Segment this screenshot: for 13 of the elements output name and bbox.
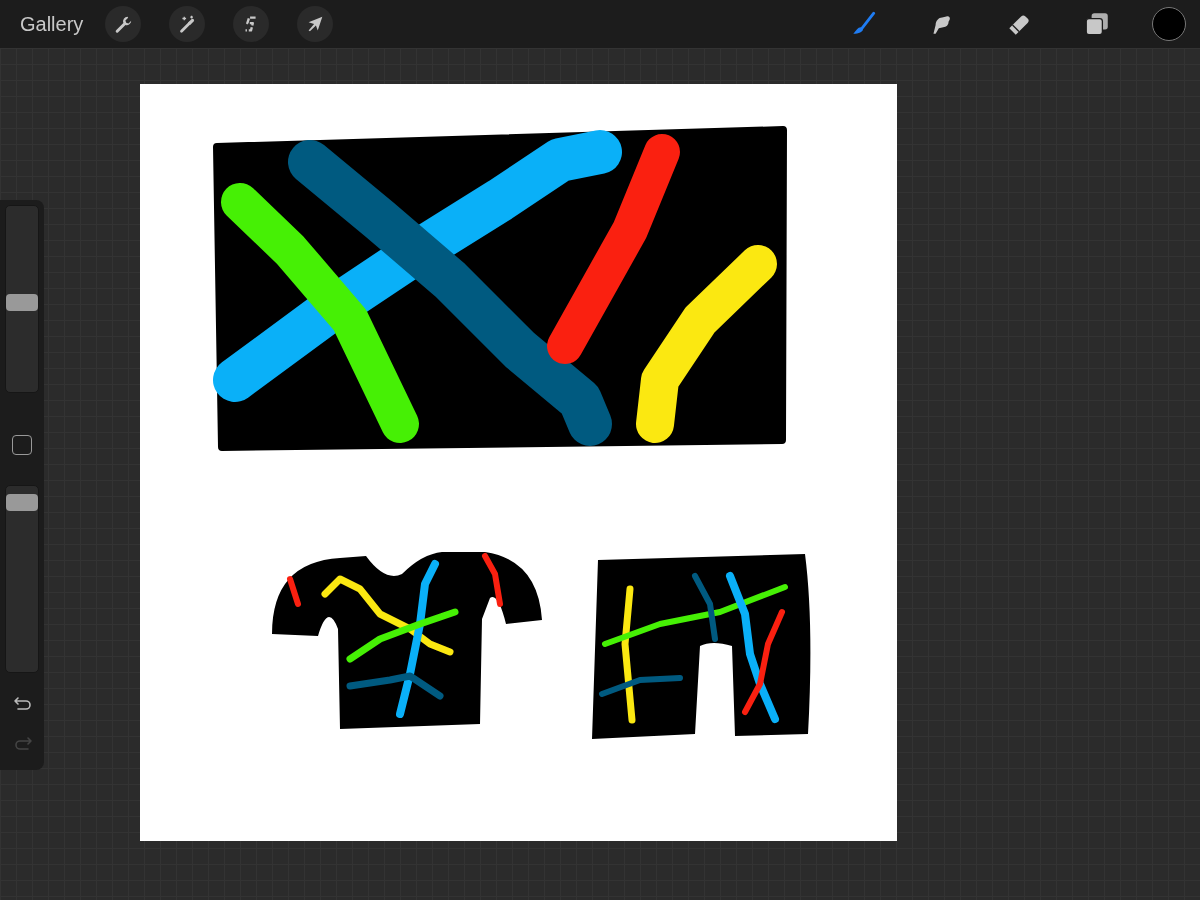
undo-icon[interactable] bbox=[13, 695, 33, 713]
magic-wand-icon[interactable] bbox=[169, 6, 206, 42]
opacity-slider[interactable] bbox=[5, 485, 39, 673]
brush-size-slider[interactable] bbox=[5, 205, 39, 393]
selection-s-icon[interactable] bbox=[233, 6, 270, 42]
drawing-canvas[interactable] bbox=[140, 84, 897, 841]
slider-thumb[interactable] bbox=[6, 494, 38, 512]
slider-thumb[interactable] bbox=[6, 293, 38, 311]
color-swatch[interactable] bbox=[1152, 7, 1186, 41]
wrench-icon[interactable] bbox=[105, 6, 142, 42]
arrow-cursor-icon[interactable] bbox=[297, 6, 334, 42]
modify-button[interactable] bbox=[12, 435, 32, 455]
gallery-button[interactable]: Gallery bbox=[20, 12, 84, 36]
